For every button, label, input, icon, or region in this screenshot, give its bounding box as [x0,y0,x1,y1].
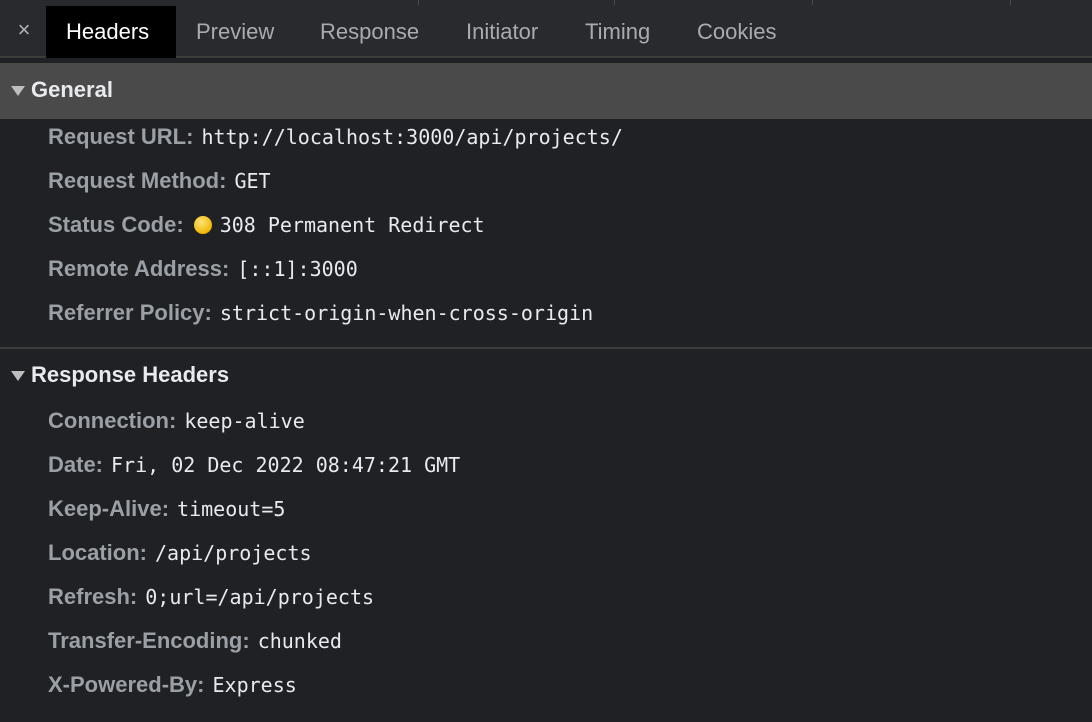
triangle-down-icon [11,371,25,381]
tab-headers[interactable]: Headers [46,6,176,58]
header-name: Request Method: [48,168,227,193]
header-value: Express [212,673,297,697]
header-value: 308 Permanent Redirect [219,213,485,237]
triangle-down-icon [11,86,25,96]
header-row-request-method: Request Method: GET [48,168,271,198]
devtools-network-headers-panel: × Headers Preview Response Initiator Tim… [0,0,1092,722]
tab-bar: × Headers Preview Response Initiator Tim… [0,0,1092,58]
header-name: Status Code: [48,212,184,237]
header-name: Referrer Policy: [48,300,212,325]
header-value: keep-alive [184,409,305,433]
header-value: 0;url=/api/projects [145,585,375,609]
header-value: GET [234,169,271,193]
status-dot-icon [193,216,212,234]
header-row-refresh: Refresh: 0;url=/api/projects [48,584,374,614]
header-row-keep-alive: Keep-Alive: timeout=5 [48,496,285,526]
general-section-header[interactable]: General [0,63,1092,119]
header-value: timeout=5 [177,497,286,521]
header-name: Request URL: [48,124,194,149]
section-title-response-headers: Response Headers [31,362,230,387]
divider [1010,0,1011,5]
header-value: strict-origin-when-cross-origin [219,301,594,325]
tab-cookies[interactable]: Cookies [697,6,776,58]
header-value: Fri, 02 Dec 2022 08:47:21 GMT [111,453,461,477]
header-row-request-url: Request URL: http://localhost:3000/api/pr… [48,124,623,154]
tab-timing[interactable]: Timing [585,6,650,58]
tab-preview[interactable]: Preview [196,6,274,58]
divider [812,0,813,5]
header-value: chunked [257,629,342,653]
header-name: Connection: [48,408,177,433]
tab-bar-top-strip [0,0,1092,5]
header-value: http://localhost:3000/api/projects/ [201,125,623,149]
header-name: Keep-Alive: [48,496,170,521]
tab-initiator[interactable]: Initiator [466,6,538,58]
header-value: [::1]:3000 [237,257,358,281]
header-value: /api/projects [155,541,312,565]
header-name: Transfer-Encoding: [48,628,250,653]
header-name: Date: [48,452,104,477]
tab-response[interactable]: Response [320,6,419,58]
response-headers-section-header[interactable]: Response Headers [0,347,1092,403]
header-row-referrer-policy: Referrer Policy: strict-origin-when-cross… [48,300,593,330]
header-row-remote-address: Remote Address: [::1]:3000 [48,256,358,286]
header-row-connection: Connection: keep-alive [48,408,305,438]
header-name: X-Powered-By: [48,672,205,697]
close-icon[interactable]: × [12,18,36,42]
header-row-date: Date: Fri, 02 Dec 2022 08:47:21 GMT [48,452,460,482]
section-title-general: General [31,77,113,102]
header-row-x-powered-by: X-Powered-By: Express [48,672,297,702]
header-row-status-code: Status Code: 308 Permanent Redirect [48,212,485,242]
divider [418,0,419,5]
divider [614,0,615,5]
header-name: Refresh: [48,584,138,609]
header-name: Remote Address: [48,256,230,281]
header-row-transfer-encoding: Transfer-Encoding: chunked [48,628,342,658]
header-row-location: Location: /api/projects [48,540,312,570]
header-name: Location: [48,540,147,565]
